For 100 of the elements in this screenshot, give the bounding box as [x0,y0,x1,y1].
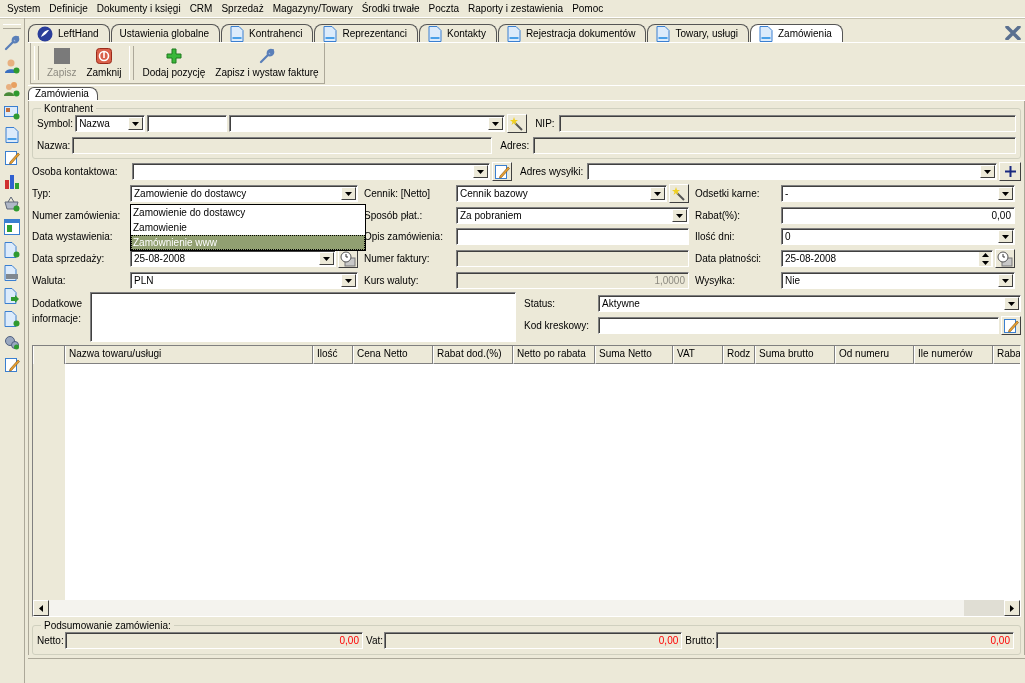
wizard-button[interactable] [507,114,528,133]
dropdown-button[interactable] [319,252,334,265]
dropdown-button[interactable] [998,187,1013,200]
document-add-icon[interactable] [4,242,20,258]
tab[interactable]: Zamówienia [750,24,843,42]
dropdown-field[interactable]: Nie [781,272,1015,289]
dropdown-button[interactable] [473,165,488,178]
scrollbar-thumb[interactable] [964,600,1004,616]
menu-item[interactable]: CRM [189,3,213,14]
field-label: Sposób płat.: [364,210,424,221]
dropdown-button[interactable] [672,209,687,222]
document-arrow-icon[interactable] [4,288,20,304]
caret-icon [984,169,991,174]
printer-icon[interactable] [4,265,20,281]
menu-item[interactable]: Dokumenty i księgi [96,3,181,14]
dropdown-option[interactable]: Zamowienie do dostawcy [131,205,365,220]
edit-icon[interactable] [4,357,20,373]
caret-icon [477,169,484,174]
field-label: Osoba kontaktowa: [32,166,119,177]
dropdown-button[interactable] [998,274,1013,287]
menu-item[interactable]: Środki trwałe [361,3,420,14]
document-icon [506,25,521,42]
menu-item[interactable]: Poczta [428,3,460,14]
dropdown-button[interactable] [341,187,356,200]
wand-icon [510,116,525,131]
dropdown-field[interactable]: Aktywne [598,295,1021,312]
tab[interactable]: Reprezentanci [314,24,418,42]
dropdown-button[interactable] [488,117,504,130]
dropdown-field[interactable]: Za pobraniem [456,207,689,224]
menu-item[interactable]: Magazyny/Towary [272,3,353,14]
user-icon[interactable] [4,58,20,74]
users-icon[interactable] [4,81,20,97]
menu-item[interactable]: System [7,3,41,14]
field-label: Ilość dni: [695,231,736,242]
dropdown-field[interactable]: Nazwa [75,115,146,132]
field-label: Kurs waluty: [364,275,420,286]
dropdown-field[interactable] [229,115,506,132]
toolbar-button[interactable]: Dodaj pozycję [137,43,211,83]
tab[interactable]: Kontrahenci [221,24,314,42]
dropdown-button[interactable] [980,165,995,178]
dropdown-button[interactable] [128,117,144,130]
document-add-icon[interactable] [4,311,20,327]
close-icon[interactable] [1005,26,1021,40]
caret-icon [345,191,352,196]
toolbar-button[interactable]: Zapisz i wystaw fakturę [210,43,324,83]
dropdown-option[interactable]: Zamowienie [131,220,365,235]
menu-item[interactable]: Pomoc [572,3,604,14]
text-area[interactable] [90,292,516,342]
menu-item[interactable]: Sprzedaż [221,3,264,14]
date-spin-field[interactable]: 25-08-2008 [781,250,993,267]
scroll-left-button[interactable] [33,600,49,616]
dropdown-button[interactable] [998,230,1013,243]
tab[interactable]: Kontakty [418,24,497,42]
left-arrow-icon [39,604,43,612]
card-icon[interactable] [4,104,20,120]
menu-item[interactable]: Definicje [49,3,88,14]
tab[interactable]: LeftHand [28,24,110,42]
toolbar-button[interactable]: Zamknij [81,43,127,83]
field-label: Cennik: [Netto] [364,188,432,199]
spin-buttons[interactable] [979,251,991,266]
dropdown-field[interactable]: 0 [781,228,1015,245]
chart-icon[interactable] [4,173,20,189]
dropdown-field[interactable]: Zamowienie do dostawcy [130,185,358,202]
dropdown-field[interactable] [132,163,490,180]
field-label: Dodatkowe informacje: [32,297,84,326]
up-down-arrows-icon [981,251,989,266]
add-button[interactable] [999,162,1021,181]
field-label: Kod kreskowy: [524,320,591,331]
window-icon[interactable] [4,219,20,235]
input-field[interactable] [598,317,999,334]
wizard-button[interactable] [669,184,689,203]
tab[interactable]: Towary, usługi [647,24,749,42]
menu-item[interactable]: Raporty i zestawienia [468,3,564,14]
dropdown-field[interactable]: Cennik bazowy [456,185,667,202]
dropdown-button[interactable] [650,187,665,200]
dropdown-button[interactable] [341,274,356,287]
dropdown-field[interactable]: PLN [130,272,358,289]
basket-icon[interactable] [4,196,20,212]
input-field[interactable] [147,115,228,132]
tab[interactable]: Rejestracja dokumentów [497,24,647,42]
dropdown-field[interactable] [587,163,997,180]
wrench-icon [258,48,275,64]
field-label: Data sprzedaży: [32,253,106,264]
calendar-button[interactable] [995,249,1015,268]
document-icon [759,25,773,42]
field-label: Data wystawienia: [32,231,114,242]
scroll-right-button[interactable] [1004,600,1020,616]
wrench-icon [4,35,20,51]
tab[interactable]: Zamówienia [28,87,98,100]
tab[interactable]: Ustawienia globalne [110,24,221,42]
dropdown-button[interactable] [1004,297,1019,310]
document-icon [5,127,19,143]
calendar-clock-icon [997,250,1013,267]
wand-icon [672,186,686,201]
dropdown-field[interactable]: - [781,185,1015,202]
input-field[interactable] [456,228,689,245]
edit-icon[interactable] [4,150,20,166]
gears-icon[interactable] [4,334,20,350]
field-label: Data płatności: [695,253,763,264]
input-field[interactable]: 0,00 [781,207,1015,224]
